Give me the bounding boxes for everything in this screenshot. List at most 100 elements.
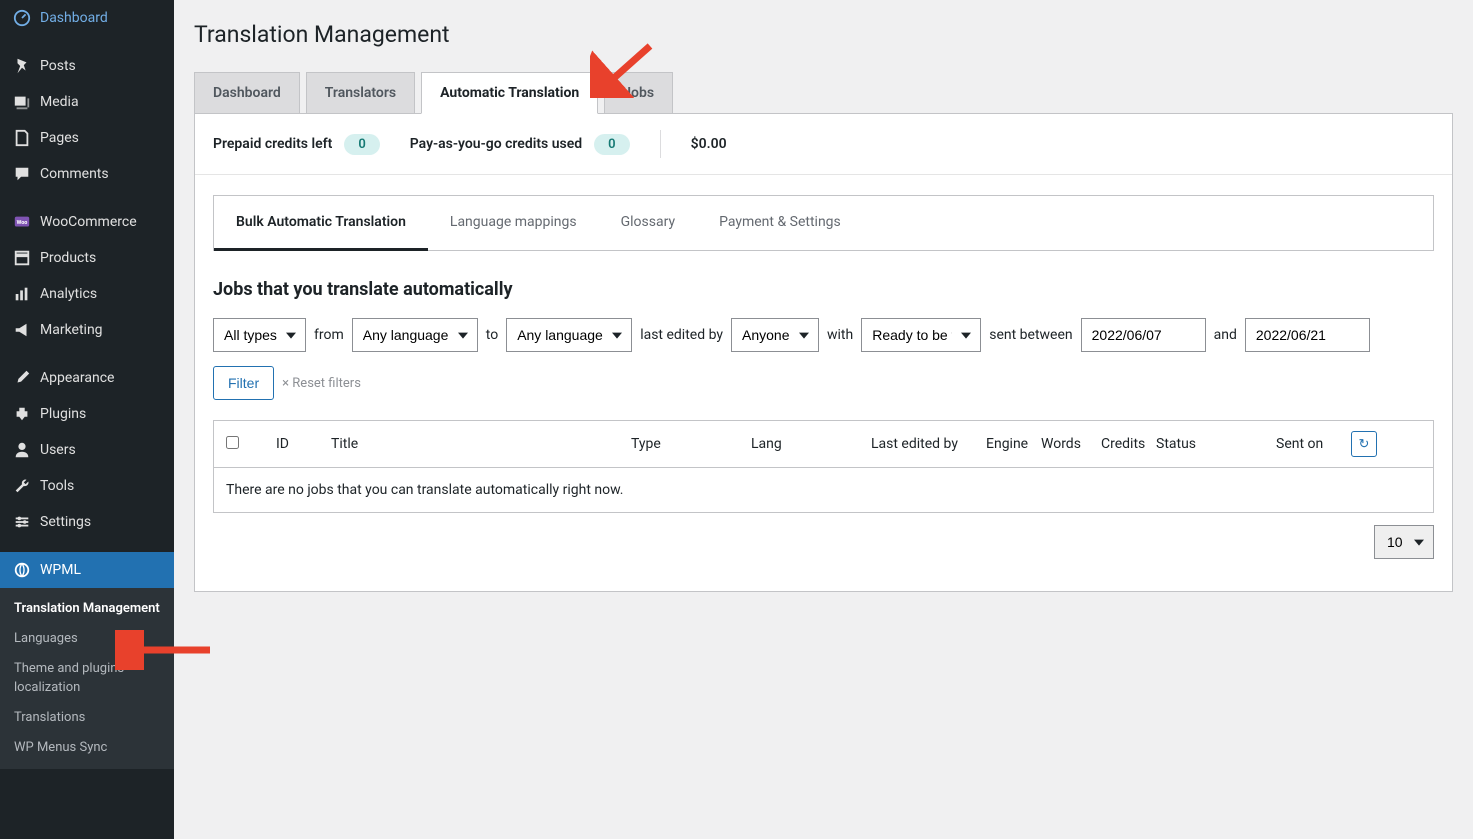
- col-title: Title: [331, 436, 631, 452]
- refresh-button[interactable]: ↻: [1351, 431, 1377, 457]
- sidebar-item-users[interactable]: Users: [0, 432, 174, 468]
- sidebar-label: Pages: [40, 130, 79, 146]
- filter-types[interactable]: All types: [213, 318, 306, 352]
- sidebar-item-posts[interactable]: Posts: [0, 48, 174, 84]
- sidebar-item-woocommerce[interactable]: Woo WooCommerce: [0, 204, 174, 240]
- amount-value: $0.00: [691, 136, 727, 152]
- wpml-icon: [12, 560, 32, 580]
- primary-tabs: Dashboard Translators Automatic Translat…: [194, 72, 1453, 113]
- user-icon: [12, 440, 32, 460]
- megaphone-icon: [12, 320, 32, 340]
- tab-dashboard[interactable]: Dashboard: [194, 72, 300, 113]
- sidebar-label: Dashboard: [40, 10, 108, 26]
- and-label: and: [1214, 327, 1237, 343]
- divider: [660, 130, 661, 158]
- sidebar-label: Appearance: [40, 370, 114, 386]
- pagination: 10: [213, 513, 1434, 571]
- tab-translators[interactable]: Translators: [306, 72, 415, 113]
- to-label: to: [486, 327, 498, 343]
- sidebar-item-appearance[interactable]: Appearance: [0, 360, 174, 396]
- comment-icon: [12, 164, 32, 184]
- sidebar-item-plugins[interactable]: Plugins: [0, 396, 174, 432]
- sidebar-item-analytics[interactable]: Analytics: [0, 276, 174, 312]
- subtab-language-mappings[interactable]: Language mappings: [428, 196, 599, 250]
- section-title: Jobs that you translate automatically: [213, 279, 1434, 300]
- filter-src-lang[interactable]: Any language: [352, 318, 478, 352]
- main-panel: Prepaid credits left 0 Pay-as-you-go cre…: [194, 113, 1453, 592]
- filter-status[interactable]: Ready to be t: [861, 318, 981, 352]
- prepaid-label: Prepaid credits left: [213, 136, 332, 152]
- last-edited-label: last edited by: [640, 327, 723, 343]
- settings-icon: [12, 512, 32, 532]
- page-icon: [12, 128, 32, 148]
- credits-row: Prepaid credits left 0 Pay-as-you-go cre…: [195, 114, 1452, 175]
- media-icon: [12, 92, 32, 112]
- sidebar-label: Settings: [40, 514, 91, 530]
- sidebar-label: WPML: [40, 562, 81, 578]
- sidebar-item-products[interactable]: Products: [0, 240, 174, 276]
- prepaid-credits: Prepaid credits left 0: [213, 134, 380, 155]
- sidebar-label: Comments: [40, 166, 109, 182]
- prepaid-value: 0: [344, 134, 379, 155]
- admin-sidebar: Dashboard Posts Media Pages Comments Woo…: [0, 0, 174, 839]
- filter-date-from[interactable]: [1081, 318, 1206, 352]
- col-engine: Engine: [986, 436, 1041, 452]
- filter-editor[interactable]: Anyone: [731, 318, 819, 352]
- jobs-table: ID Title Type Lang Last edited by Engine…: [213, 420, 1434, 513]
- submenu-languages[interactable]: Languages: [0, 624, 174, 654]
- col-id: ID: [276, 436, 331, 452]
- submenu-theme-plugins-localization[interactable]: Theme and plugins localization: [0, 654, 174, 702]
- col-words: Words: [1041, 436, 1101, 452]
- main-content: Translation Management Dashboard Transla…: [174, 0, 1473, 839]
- submenu-wp-menus-sync[interactable]: WP Menus Sync: [0, 733, 174, 763]
- submenu-translation-management[interactable]: Translation Management: [0, 594, 174, 624]
- inner-content: Bulk Automatic Translation Language mapp…: [195, 175, 1452, 591]
- payg-value: 0: [594, 134, 629, 155]
- with-label: with: [827, 327, 853, 343]
- sub-tabs: Bulk Automatic Translation Language mapp…: [213, 195, 1434, 251]
- subtab-payment-settings[interactable]: Payment & Settings: [697, 196, 863, 250]
- sidebar-label: WooCommerce: [40, 214, 137, 230]
- svg-text:Woo: Woo: [17, 220, 28, 226]
- submenu-translations[interactable]: Translations: [0, 703, 174, 733]
- col-status: Status: [1156, 436, 1276, 452]
- wpml-submenu: Translation Management Languages Theme a…: [0, 588, 174, 769]
- sidebar-item-marketing[interactable]: Marketing: [0, 312, 174, 348]
- sidebar-label: Plugins: [40, 406, 86, 422]
- sidebar-label: Posts: [40, 58, 76, 74]
- sidebar-item-pages[interactable]: Pages: [0, 120, 174, 156]
- sidebar-item-tools[interactable]: Tools: [0, 468, 174, 504]
- wrench-icon: [12, 476, 32, 496]
- payg-label: Pay-as-you-go credits used: [410, 136, 582, 152]
- table-header: ID Title Type Lang Last edited by Engine…: [214, 421, 1433, 468]
- brush-icon: [12, 368, 32, 388]
- sidebar-label: Media: [40, 94, 79, 110]
- from-label: from: [314, 327, 344, 343]
- sidebar-label: Analytics: [40, 286, 97, 302]
- payg-credits: Pay-as-you-go credits used 0: [410, 134, 630, 155]
- sidebar-item-comments[interactable]: Comments: [0, 156, 174, 192]
- sidebar-item-settings[interactable]: Settings: [0, 504, 174, 540]
- col-lang: Lang: [751, 436, 871, 452]
- tab-automatic-translation[interactable]: Automatic Translation: [421, 72, 598, 114]
- sidebar-item-wpml[interactable]: WPML: [0, 552, 174, 588]
- reset-filters-link[interactable]: × Reset filters: [282, 376, 361, 391]
- tab-jobs[interactable]: Jobs: [604, 72, 673, 113]
- select-all-checkbox[interactable]: [226, 436, 239, 449]
- sidebar-item-dashboard[interactable]: Dashboard: [0, 0, 174, 36]
- filter-button[interactable]: Filter: [213, 366, 274, 400]
- filter-dst-lang[interactable]: Any language: [506, 318, 632, 352]
- filters-row: All types from Any language to Any langu…: [213, 318, 1434, 400]
- sidebar-item-media[interactable]: Media: [0, 84, 174, 120]
- subtab-bulk-auto[interactable]: Bulk Automatic Translation: [214, 196, 428, 251]
- sidebar-label: Products: [40, 250, 96, 266]
- products-icon: [12, 248, 32, 268]
- col-sent: Sent on: [1276, 436, 1351, 452]
- empty-row: There are no jobs that you can translate…: [214, 468, 1433, 512]
- dashboard-icon: [12, 8, 32, 28]
- filter-date-to[interactable]: [1245, 318, 1370, 352]
- per-page-select[interactable]: 10: [1374, 525, 1434, 559]
- col-type: Type: [631, 436, 751, 452]
- woocommerce-icon: Woo: [12, 212, 32, 232]
- subtab-glossary[interactable]: Glossary: [599, 196, 697, 250]
